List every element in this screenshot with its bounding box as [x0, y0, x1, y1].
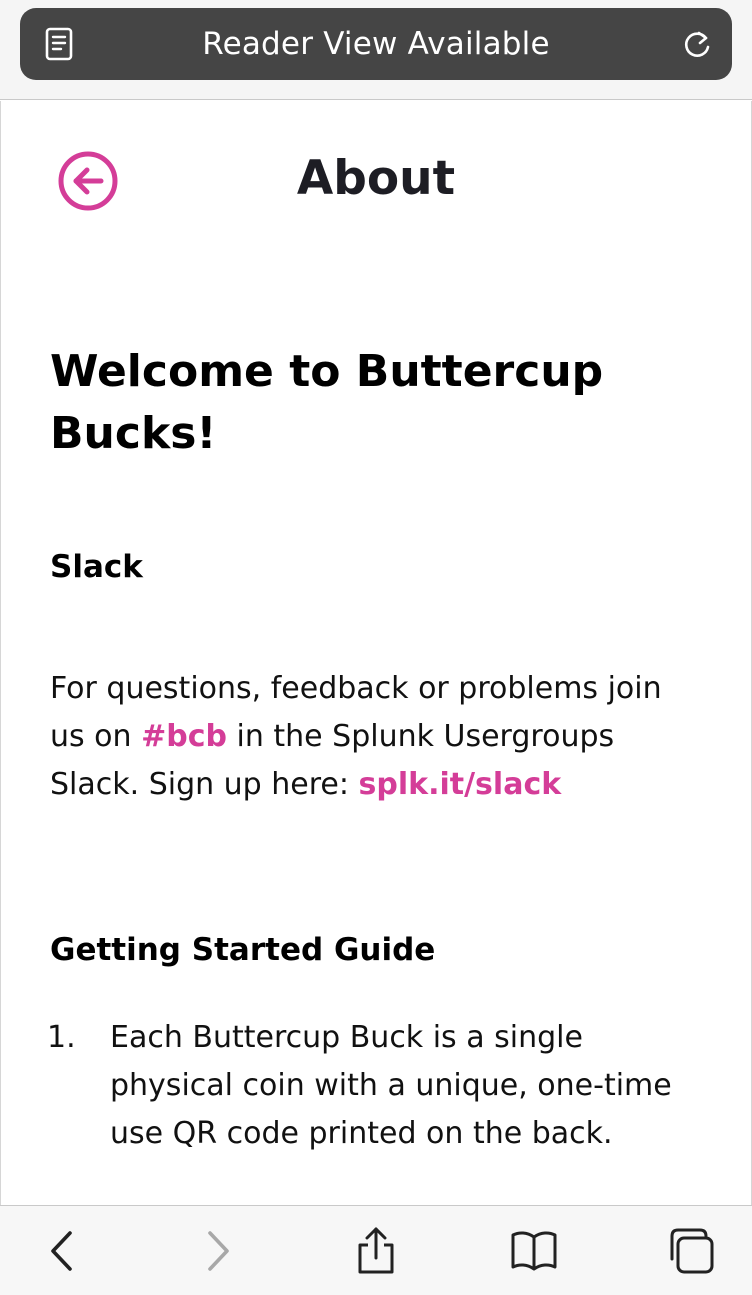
tabs-icon[interactable]	[666, 1226, 716, 1276]
list-item-text: Each Buttercup Buck is a single physical…	[110, 1020, 672, 1151]
reader-view-bar[interactable]: Reader View Available	[20, 8, 732, 80]
chevron-left-icon[interactable]	[37, 1226, 87, 1276]
guide-list: 1. Each Buttercup Buck is a single physi…	[47, 1014, 687, 1158]
list-item: 1. Each Buttercup Buck is a single physi…	[47, 1014, 687, 1158]
browser-toolbar	[0, 1205, 752, 1295]
slack-paragraph: For questions, feedback or problems join…	[50, 665, 690, 809]
slack-signup-link[interactable]: splk.it/slack	[359, 767, 562, 802]
browser-address-bar-area: Reader View Available	[0, 0, 752, 100]
bcb-channel-link[interactable]: #bcb	[141, 719, 227, 754]
book-icon[interactable]	[509, 1226, 559, 1276]
slack-heading: Slack	[50, 549, 143, 585]
reader-view-label[interactable]: Reader View Available	[20, 8, 732, 80]
reload-icon[interactable]	[680, 28, 714, 62]
chevron-right-icon[interactable]	[193, 1226, 243, 1276]
share-icon[interactable]	[351, 1226, 401, 1276]
page-content: About Welcome to Buttercup Bucks! Slack …	[0, 101, 752, 1205]
page-title: About	[296, 151, 456, 206]
list-item-number: 1.	[47, 1020, 76, 1055]
welcome-heading: Welcome to Buttercup Bucks!	[50, 346, 604, 459]
guide-heading: Getting Started Guide	[50, 932, 436, 968]
